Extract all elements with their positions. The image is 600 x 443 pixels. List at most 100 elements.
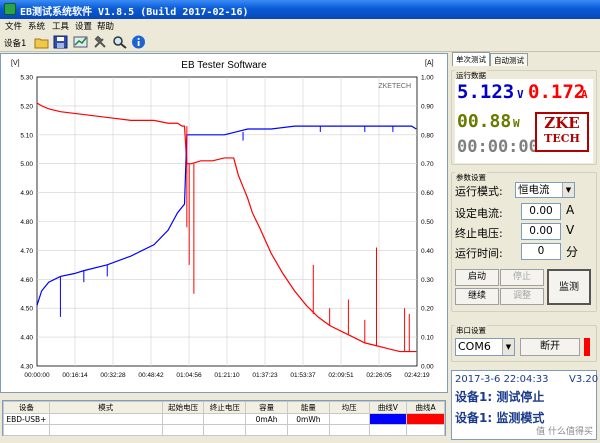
col-start-voltage: 起始电压 [161, 401, 205, 414]
status-panel: 2017-3-6 22:04:33 V3.20 设备1: 测试停止 设备1: 监… [451, 370, 598, 440]
continue-button[interactable]: 继续 [455, 288, 499, 305]
left-tick-label: 4.50 [20, 306, 33, 313]
set-current-label: 设定电流: [455, 207, 503, 220]
col-energy: 能量 [286, 401, 330, 414]
left-axis-unit: [V] [11, 60, 20, 67]
right-tick-label: 0.60 [421, 190, 434, 197]
mode-select[interactable]: 恒电流 ▼ [515, 182, 575, 198]
left-axis-ticks: 5.30 5.20 5.10 5.00 4.90 4.80 4.70 4.60 4.50 4.40… [20, 75, 33, 371]
curve-a-color-swatch[interactable] [406, 413, 445, 425]
com-port-select[interactable]: COM6 ▼ [455, 338, 515, 356]
x-tick-label: 00:00:00 [24, 372, 50, 379]
current-reading: 0.172 [528, 81, 586, 103]
x-tick-label: 00:48:42 [138, 372, 164, 379]
cell-start-voltage [161, 413, 205, 425]
window-title: EB测试系统软件 V1.8.5 (Build 2017-02-16) [20, 7, 249, 18]
right-tick-label: 0.90 [421, 103, 434, 110]
left-tick-label: 4.40 [20, 335, 33, 342]
left-tick-label: 4.70 [20, 248, 33, 255]
col-device: 设备 [3, 401, 50, 414]
chart-title: EB Tester Software [181, 60, 267, 71]
power-reading: 00.88 [457, 111, 512, 132]
col-curve-v: 曲线V [368, 401, 408, 414]
status-line-1: 设备1: 测试停止 [455, 390, 545, 404]
tools-icon[interactable] [93, 35, 108, 49]
left-tick-label: 5.00 [20, 161, 33, 168]
menu-help[interactable]: 帮助 [97, 20, 114, 32]
info-icon[interactable] [131, 35, 146, 49]
end-voltage-unit: V [566, 223, 575, 237]
x-tick-label: 02:42:19 [404, 372, 430, 379]
title-bar: EB测试系统软件 V1.8.5 (Build 2017-02-16) [0, 0, 600, 19]
x-tick-label: 01:04:56 [176, 372, 202, 379]
set-current-input[interactable]: 0.00 [521, 203, 561, 220]
cell-energy: 0mWh [286, 413, 330, 425]
x-tick-label: 00:32:28 [100, 372, 126, 379]
right-tick-label: 0.00 [421, 364, 434, 371]
x-tick-label: 01:37:23 [252, 372, 278, 379]
x-tick-label: 01:21:10 [214, 372, 240, 379]
chevron-down-icon[interactable]: ▼ [562, 183, 574, 197]
menu-bar: 文件 系统 工具 设置 帮助 [0, 19, 600, 32]
status-line-2: 设备1: 监测模式 [455, 411, 545, 425]
run-data-group: 运行数据 5.123 V 0.172 A 00.88 W 00:00:00 ZK… [451, 70, 597, 165]
right-axis-ticks: 1.00 0.90 0.80 0.70 0.60 0.50 0.40 0.30 0.20 0.10… [421, 75, 434, 371]
left-tick-label: 4.60 [20, 277, 33, 284]
run-time-input[interactable]: 0 [521, 243, 561, 260]
left-tick-label: 5.20 [20, 103, 33, 110]
left-tick-label: 5.10 [20, 132, 33, 139]
adjust-button[interactable]: 调整 [500, 288, 544, 305]
device-selector[interactable]: 设备1 [4, 37, 26, 49]
tab-single-test[interactable]: 单次测试 [452, 52, 490, 66]
power-unit: W [513, 117, 520, 130]
menu-settings[interactable]: 设置 [75, 20, 92, 32]
tab-auto-test[interactable]: 自动测试 [490, 53, 528, 66]
menu-tools[interactable]: 工具 [52, 20, 69, 32]
site-watermark: 值 什么值得买 [536, 427, 593, 437]
curve-v-color-swatch[interactable] [368, 413, 408, 425]
end-voltage-input[interactable]: 0.00 [521, 223, 561, 240]
table-row[interactable]: EBD-USB+ 0mAh 0mWh [3, 413, 445, 425]
save-icon[interactable] [53, 35, 68, 49]
current-unit: A [581, 88, 588, 101]
set-current-unit: A [566, 203, 575, 217]
chevron-down-icon[interactable]: ▼ [502, 339, 514, 355]
voltage-series-line [36, 125, 417, 306]
right-tick-label: 0.20 [421, 306, 434, 313]
com-port-value: COM6 [458, 340, 491, 353]
serial-port-group: 串口设置 COM6 ▼ 断开 [451, 325, 597, 362]
voltage-current-chart[interactable]: EB Tester Software [V] [A] ZKETECH 5.30 5… [1, 54, 447, 392]
right-axis-unit: [A] [425, 60, 434, 67]
chart-view-icon[interactable] [73, 35, 88, 49]
chart-watermark: ZKETECH [378, 83, 411, 90]
open-folder-icon[interactable] [34, 35, 49, 49]
mode-label: 运行模式: [455, 185, 503, 198]
app-icon [4, 3, 16, 15]
elapsed-time-reading: 00:00:00 [457, 137, 539, 157]
left-tick-label: 4.30 [20, 364, 33, 371]
readings-display: 5.123 V 0.172 A 00.88 W 00:00:00 ZKE TEC… [455, 79, 593, 163]
param-group: 参数设置 运行模式: 恒电流 ▼ 设定电流: 0.00 A 终止电压: 0.00… [451, 172, 597, 312]
menu-file[interactable]: 文件 [5, 20, 22, 32]
toolbar: 设备1 [0, 32, 600, 52]
search-icon[interactable] [112, 35, 127, 49]
cell-end-voltage [203, 413, 247, 425]
cell-device: EBD-USB+ [3, 413, 50, 425]
left-tick-label: 5.30 [20, 75, 33, 82]
serial-port-label: 串口设置 [455, 325, 487, 336]
disconnect-button[interactable]: 断开 [520, 338, 580, 356]
x-axis-ticks: 00:00:00 00:16:14 00:32:28 00:48:42 01:04:56… [24, 372, 430, 379]
connection-status-indicator [584, 338, 590, 356]
stop-button[interactable]: 停止 [500, 269, 544, 286]
cell-capacity: 0mAh [245, 413, 288, 425]
menu-system[interactable]: 系统 [28, 20, 45, 32]
col-avg-voltage: 均压 [328, 401, 370, 414]
x-tick-label: 02:26:05 [366, 372, 392, 379]
logo-line2: TECH [544, 132, 580, 145]
right-tick-label: 0.10 [421, 335, 434, 342]
x-tick-label: 00:16:14 [62, 372, 88, 379]
monitor-button[interactable]: 监测 [547, 269, 591, 305]
right-tick-label: 0.80 [421, 132, 434, 139]
start-button[interactable]: 启动 [455, 269, 499, 286]
logo-line1: ZKE [544, 114, 580, 132]
